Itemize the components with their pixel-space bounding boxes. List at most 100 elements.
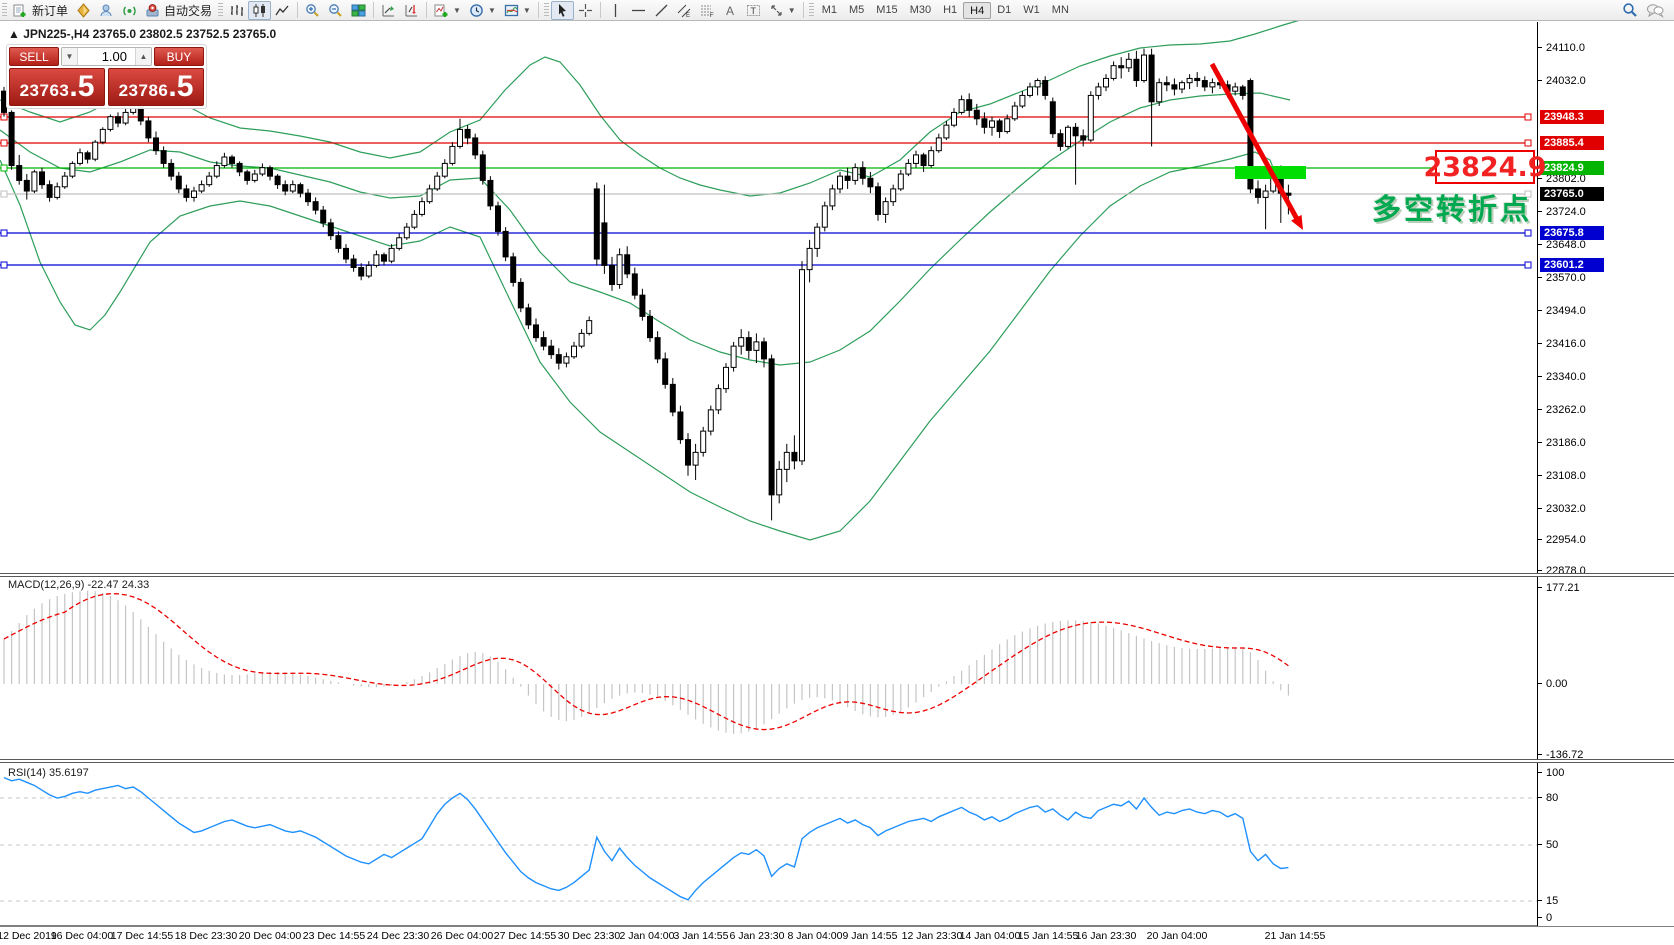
dropdown-caret-icon: ▼ [488, 6, 496, 15]
timeframe-mn[interactable]: MN [1046, 2, 1075, 19]
candle-body [632, 274, 637, 295]
profiles-button[interactable] [95, 1, 118, 20]
timeframe-m1[interactable]: M1 [816, 2, 843, 19]
tick-label: 23340.0 [1546, 371, 1586, 383]
chart-shift-button[interactable] [400, 1, 423, 20]
line-anchor[interactable] [1, 230, 7, 236]
chat-icon [1646, 2, 1664, 18]
templates-button[interactable]: ▼ [500, 1, 535, 20]
timeframe-m5[interactable]: M5 [843, 2, 870, 19]
date-label: 16 Dec 04:00 [51, 930, 113, 942]
timeframe-d1[interactable]: D1 [991, 2, 1017, 19]
tile-windows-button[interactable] [347, 1, 370, 20]
candle-body [275, 176, 280, 184]
zoom-in-button[interactable] [301, 1, 324, 20]
line-anchor[interactable] [1, 165, 7, 171]
line-anchor[interactable] [1, 262, 7, 268]
template-icon [504, 3, 519, 18]
volume-input[interactable]: 1.00 [78, 48, 135, 65]
line-anchor[interactable] [1525, 230, 1531, 236]
candle-body [78, 153, 83, 164]
chart-canvas[interactable] [0, 0, 1674, 945]
chat-button[interactable] [1642, 1, 1668, 20]
mql-wizard-button[interactable] [72, 1, 95, 20]
collapse-triangle-icon[interactable]: ▲ [8, 27, 20, 41]
candle-body [883, 202, 888, 215]
candle-body [389, 248, 394, 261]
search-button[interactable] [1618, 1, 1642, 20]
volume-increase-button[interactable]: ▲ [135, 48, 151, 65]
candle-body [974, 110, 979, 118]
periods-button[interactable]: ▼ [465, 1, 500, 20]
candle-body [222, 157, 227, 165]
volume-decrease-button[interactable]: ▼ [62, 48, 78, 65]
candle-body [70, 163, 75, 176]
line-anchor[interactable] [1525, 262, 1531, 268]
fibonacci-icon: F [700, 3, 715, 18]
indicators-button[interactable]: ▼ [430, 1, 465, 20]
arrows-tool-button[interactable]: ▼ [765, 1, 800, 20]
candle-body [1286, 193, 1291, 195]
tick-label: 23494.0 [1546, 305, 1586, 317]
rsi-label: RSI(14) 35.6197 [8, 767, 89, 779]
candle-body [1149, 55, 1154, 102]
candle-body [1104, 78, 1109, 86]
crosshair-icon [578, 3, 593, 18]
candle-body [511, 257, 516, 282]
timeframe-m15[interactable]: M15 [870, 2, 903, 19]
sell-price-panel[interactable]: 23763 .5 [9, 68, 105, 106]
panel-separator[interactable] [0, 759, 1674, 763]
candlestick-chart-button[interactable] [248, 1, 271, 20]
trendline-tool-button[interactable] [650, 1, 673, 20]
bar-chart-button[interactable] [225, 1, 248, 20]
auto-scroll-button[interactable] [377, 1, 400, 20]
price-level-badge: 23824.9 [1540, 161, 1604, 175]
fibonacci-tool-button[interactable]: F [696, 1, 719, 20]
candle-body [1012, 106, 1017, 119]
buy-price-panel[interactable]: 23786 .5 [108, 68, 204, 106]
cursor-tool-button[interactable] [551, 1, 574, 20]
candle-body [496, 206, 501, 231]
buy-button[interactable]: BUY [154, 47, 204, 66]
line-anchor[interactable] [1, 191, 7, 197]
toolbar-grip [809, 3, 814, 17]
candle-body [336, 236, 341, 249]
line-chart-button[interactable] [271, 1, 294, 20]
main-toolbar: 新订单 自动交易 ▼ ▼ ▼ E F A T ▼ M1M5M15M30H1H4D… [0, 0, 1674, 21]
clock-icon [469, 3, 484, 18]
new-order-button[interactable]: 新订单 [9, 1, 72, 20]
panel-separator[interactable] [0, 573, 1674, 577]
sell-button[interactable]: SELL [9, 47, 59, 66]
candle-body [762, 342, 767, 359]
date-label: 14 Jan 04:00 [960, 930, 1021, 942]
line-anchor[interactable] [1525, 140, 1531, 146]
zoom-out-button[interactable] [324, 1, 347, 20]
zoom-in-icon [305, 3, 320, 18]
line-anchor[interactable] [1525, 114, 1531, 120]
time-axis[interactable]: 12 Dec 201916 Dec 04:0017 Dec 14:5518 De… [0, 927, 1674, 945]
text-tool-button[interactable]: A [719, 1, 742, 20]
timeframe-h4[interactable]: H4 [963, 2, 991, 19]
signals-button[interactable] [118, 1, 141, 20]
text-label-tool-button[interactable]: T [742, 1, 765, 20]
date-label: 6 Jan 23:30 [730, 930, 785, 942]
timeframe-h1[interactable]: H1 [937, 2, 963, 19]
horizontal-line-tool-button[interactable] [627, 1, 650, 20]
candle-body [344, 248, 349, 259]
timeframe-w1[interactable]: W1 [1017, 2, 1046, 19]
timeframe-m30[interactable]: M30 [904, 2, 937, 19]
crosshair-tool-button[interactable] [574, 1, 597, 20]
autotrade-button[interactable]: 自动交易 [141, 1, 216, 20]
price-callout-label[interactable]: 23824.9 [1435, 150, 1535, 184]
tick-mark [1538, 844, 1542, 845]
macd-label: MACD(12,26,9) -22.47 24.33 [8, 579, 149, 591]
channel-tool-button[interactable]: E [673, 1, 696, 20]
equidistant-channel-icon: E [677, 3, 692, 18]
price-tick: 24110.0 [1538, 41, 1674, 54]
candle-body [62, 176, 67, 187]
vertical-line-tool-button[interactable] [604, 1, 627, 20]
chinese-annotation[interactable]: 多空转折点 [1372, 186, 1532, 228]
svg-text:F: F [710, 13, 714, 18]
line-anchor[interactable] [1, 140, 7, 146]
price-axis[interactable]: 24110.024032.023802.023724.023648.023570… [1537, 22, 1674, 926]
